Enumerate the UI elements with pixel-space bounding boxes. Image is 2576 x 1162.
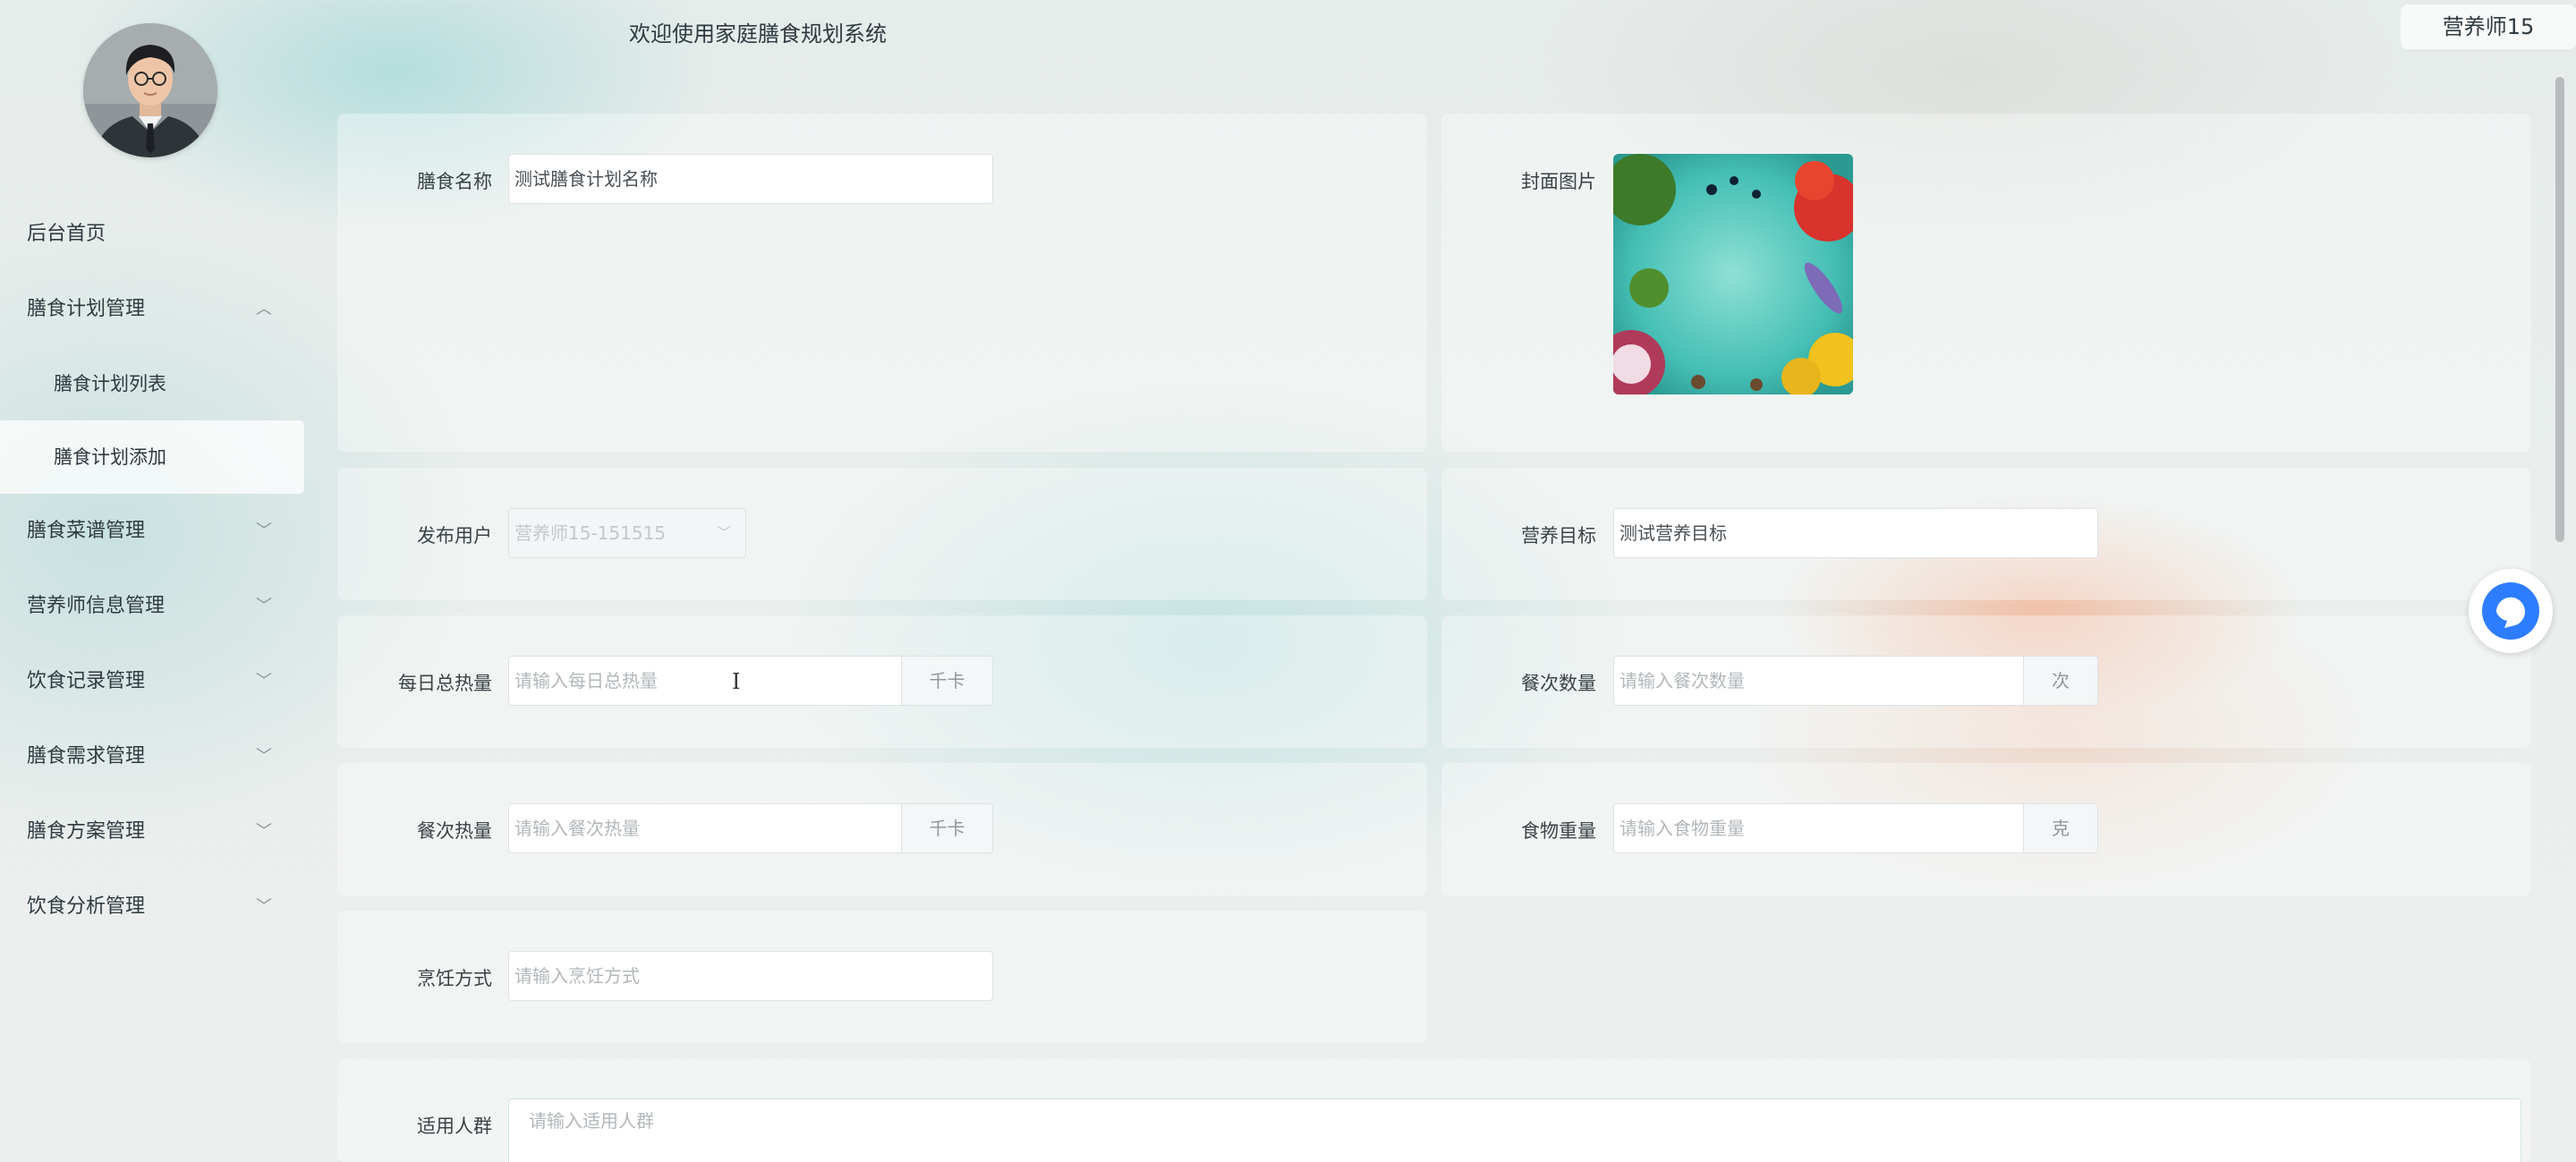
meal-calories-input[interactable]: 请输入餐次热量 xyxy=(508,803,902,853)
sidebar-item-label: 膳食需求管理 xyxy=(27,745,146,768)
publisher-value: 营养师15-151515 xyxy=(514,522,667,544)
cover-image-upload[interactable] xyxy=(1613,154,1853,394)
sidebar-item-diet-plan[interactable]: 膳食计划管理 ︿ xyxy=(0,272,304,347)
avatar-image xyxy=(83,23,217,157)
sidebar-item-nutritionist[interactable]: 营养师信息管理 ﹀ xyxy=(0,569,304,644)
publisher-select: 营养师15-151515 ﹀ xyxy=(508,508,746,558)
name-input[interactable]: 测试膳食计划名称 xyxy=(508,154,993,204)
daily-calories-unit: 千卡 xyxy=(901,656,993,706)
welcome-title: 欢迎使用家庭膳食规划系统 xyxy=(629,21,887,47)
sidebar-item-recipe[interactable]: 膳食菜谱管理 ﹀ xyxy=(0,494,304,569)
chevron-down-icon: ﹀ xyxy=(256,522,272,540)
goal-input[interactable]: 测试营养目标 xyxy=(1613,508,2098,558)
sidebar-item-home[interactable]: 后台首页 xyxy=(0,197,304,272)
chevron-down-icon: ﹀ xyxy=(256,597,272,615)
food-weight-unit: 克 xyxy=(2023,803,2098,853)
sidebar-item-label: 后台首页 xyxy=(27,223,106,245)
audience-label: 适用人群 xyxy=(417,1115,492,1137)
sidebar-item-label: 营养师信息管理 xyxy=(27,595,166,617)
cover-image xyxy=(1613,154,1853,394)
sidebar-item-label: 饮食分析管理 xyxy=(27,895,146,918)
meal-count-label: 餐次数量 xyxy=(1521,673,1596,694)
chevron-up-icon: ︿ xyxy=(256,300,272,318)
food-weight-input[interactable]: 请输入食物重量 xyxy=(1613,803,2024,853)
scrollbar[interactable] xyxy=(2555,77,2564,542)
meal-count-unit: 次 xyxy=(2023,656,2098,706)
sidebar-item-diet-scheme[interactable]: 膳食方案管理 ﹀ xyxy=(0,794,304,869)
sidebar-item-diet-record[interactable]: 饮食记录管理 ﹀ xyxy=(0,644,304,719)
meal-calories-label: 餐次热量 xyxy=(417,820,492,842)
cooking-label: 烹饪方式 xyxy=(417,968,492,989)
food-weight-label: 食物重量 xyxy=(1521,820,1596,842)
sidebar: 后台首页 膳食计划管理 ︿ 膳食计划列表 膳食计划添加 膳食菜谱管理 ﹀ 营养师… xyxy=(0,0,304,1162)
name-label: 膳食名称 xyxy=(417,171,492,192)
sidebar-subitem-label: 膳食计划添加 xyxy=(54,446,166,468)
audience-textarea[interactable]: 请输入适用人群 xyxy=(508,1098,2521,1162)
text-cursor-icon: I xyxy=(732,669,741,694)
sidebar-item-label: 膳食方案管理 xyxy=(27,820,146,843)
chevron-down-icon: ﹀ xyxy=(256,897,272,916)
meal-calories-unit: 千卡 xyxy=(901,803,993,853)
user-menu[interactable]: 营养师15 xyxy=(2401,4,2576,49)
sidebar-menu: 后台首页 膳食计划管理 ︿ 膳食计划列表 膳食计划添加 膳食菜谱管理 ﹀ 营养师… xyxy=(0,197,304,945)
chevron-down-icon: ﹀ xyxy=(716,524,731,541)
cover-label: 封面图片 xyxy=(1521,171,1596,192)
sidebar-item-label: 饮食记录管理 xyxy=(27,670,146,692)
sidebar-subitem-plan-list[interactable]: 膳食计划列表 xyxy=(0,347,304,420)
meal-count-input[interactable]: 请输入餐次数量 xyxy=(1613,656,2024,706)
sidebar-item-diet-analysis[interactable]: 饮食分析管理 ﹀ xyxy=(0,869,304,945)
panel-cover xyxy=(1441,114,2531,452)
sidebar-subitem-label: 膳食计划列表 xyxy=(54,373,166,394)
goal-label: 营养目标 xyxy=(1521,525,1596,547)
sidebar-subitem-plan-add[interactable]: 膳食计划添加 xyxy=(0,420,304,494)
cooking-input[interactable]: 请输入烹饪方式 xyxy=(508,951,993,1001)
chevron-down-icon: ﹀ xyxy=(256,822,272,841)
daily-calories-label: 每日总热量 xyxy=(398,673,492,694)
avatar[interactable] xyxy=(83,23,217,157)
panel-publisher xyxy=(337,468,1427,600)
chevron-down-icon: ﹀ xyxy=(256,672,272,691)
daily-calories-input[interactable]: 请输入每日总热量 xyxy=(508,656,902,706)
chat-button[interactable] xyxy=(2469,569,2553,653)
chevron-down-icon: ﹀ xyxy=(256,747,272,766)
chat-bubble-icon xyxy=(2482,582,2539,640)
sidebar-item-diet-demand[interactable]: 膳食需求管理 ﹀ xyxy=(0,719,304,794)
sidebar-item-label: 膳食菜谱管理 xyxy=(27,520,146,542)
publisher-label: 发布用户 xyxy=(417,525,492,547)
sidebar-item-label: 膳食计划管理 xyxy=(27,298,146,320)
